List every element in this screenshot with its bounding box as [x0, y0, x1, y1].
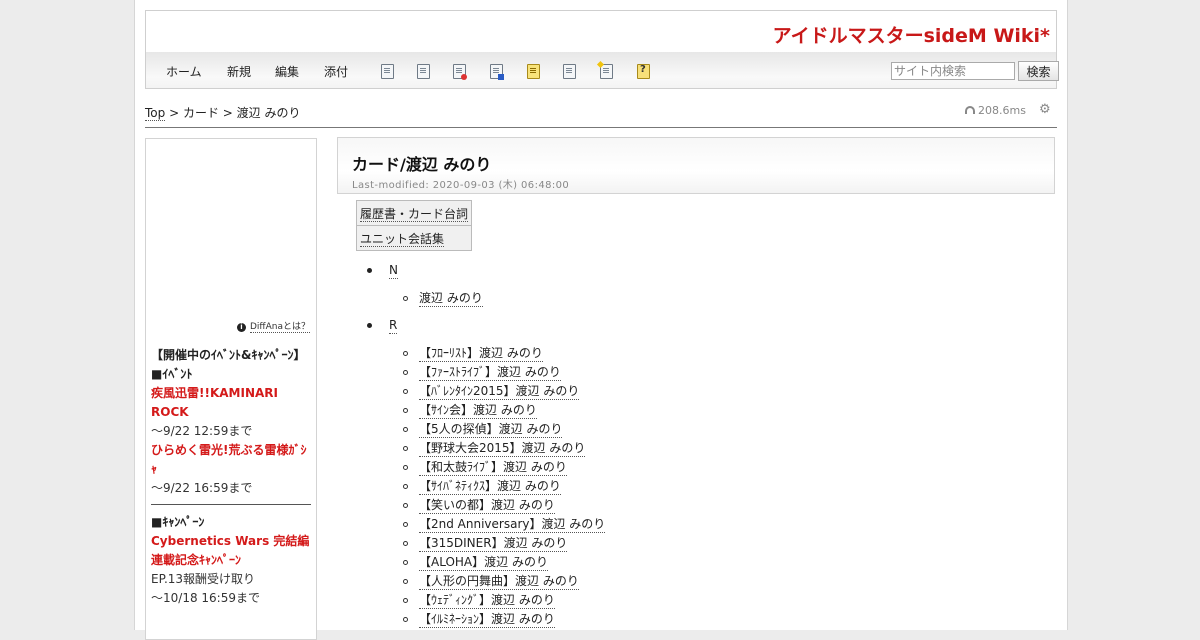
section-link-n[interactable]: N — [389, 263, 398, 279]
list-bullet — [403, 465, 408, 470]
page-diff-icon[interactable] — [453, 64, 467, 80]
info-icon: i — [236, 323, 246, 332]
card-link[interactable]: 渡辺 みのり — [419, 291, 483, 307]
sidebar-event-label: ■ｲﾍﾞﾝﾄ — [151, 367, 193, 381]
gear-icon[interactable]: ⚙ — [1039, 103, 1051, 117]
search-input[interactable] — [891, 62, 1015, 80]
section-link-r[interactable]: R — [389, 318, 398, 334]
diffana-label: DiffAnaとは？ — [249, 322, 310, 333]
card-link[interactable]: 【ﾌｧｰｽﾄﾗｲﾌﾞ】渡辺 みのり — [419, 365, 561, 381]
sidebar-gacha-link[interactable]: ひらめく雷光!荒ぶる雷様ｶﾞｼｬ — [151, 441, 311, 479]
card-link[interactable]: 【ｲﾙﾐﾈｰｼｮﾝ】渡辺 みのり — [419, 612, 555, 628]
nav-home-link[interactable]: ホーム — [166, 63, 202, 80]
list-bullet — [403, 446, 408, 451]
page-container: アイドルマスターsideM Wiki* ホーム 新規 編集 添付 検索 Top … — [134, 0, 1068, 640]
search-button[interactable]: 検索 — [1018, 61, 1059, 81]
card-link[interactable]: 【ﾊﾞﾚﾝﾀｲﾝ2015】渡辺 みのり — [419, 384, 580, 400]
card-link[interactable]: 【ｻｲﾝ会】渡辺 みのり — [419, 403, 537, 419]
sidebar-gacha-until: ～9/22 16:59まで — [151, 481, 253, 495]
breadcrumb-top-link[interactable]: Top — [145, 106, 166, 121]
card-link[interactable]: 【5人の探偵】渡辺 みのり — [419, 422, 563, 438]
page-title-box: カード/渡辺 みのり Last-modified: 2020-09-03 (木)… — [337, 137, 1055, 194]
page-lock-icon[interactable] — [527, 64, 540, 79]
breadcrumb: Top > カード > 渡辺 みのり — [145, 104, 300, 121]
render-time-value: 208.6ms — [978, 104, 1026, 117]
nav-attach-link[interactable]: 添付 — [324, 63, 348, 80]
sidebar-campaign-label: ■ｷｬﾝﾍﾟｰﾝ — [151, 515, 205, 529]
page-duplicate-icon[interactable] — [563, 64, 576, 79]
sidebar-heading: 【開催中のｲﾍﾞﾝﾄ&ｷｬﾝﾍﾟｰﾝ】 — [151, 348, 306, 362]
nav-edit-link[interactable]: 編集 — [275, 63, 299, 80]
render-time: 208.6ms — [965, 104, 1026, 117]
list-bullet — [403, 617, 408, 622]
resume-dialogue-link[interactable]: 履歴書・カード台詞 — [360, 206, 469, 222]
card-link[interactable]: 【野球大会2015】渡辺 みのり — [419, 441, 586, 457]
list-bullet — [403, 351, 408, 356]
page-new-icon[interactable] — [600, 64, 613, 79]
breadcrumb-separator: > — [165, 106, 183, 120]
sidebar-event-link[interactable]: 疾風迅雷!!KAMINARI ROCK — [151, 384, 311, 422]
related-links-table: 履歴書・カード台詞 ユニット会話集 — [355, 200, 473, 251]
sidebar-event-until: ～9/22 12:59まで — [151, 424, 253, 438]
diffana-link[interactable]: i DiffAnaとは？ — [236, 319, 310, 333]
list-bullet — [403, 408, 408, 413]
page-search-icon[interactable] — [417, 64, 430, 79]
card-link[interactable]: 【ｻｲﾊﾞﾈﾃｨｸｽ】渡辺 みのり — [419, 479, 561, 495]
last-modified: Last-modified: 2020-09-03 (木) 06:48:00 — [352, 180, 570, 191]
page-save-icon[interactable] — [490, 64, 504, 80]
header-divider — [145, 127, 1057, 128]
sidebar-content: 【開催中のｲﾍﾞﾝﾄ&ｷｬﾝﾍﾟｰﾝ】 ■ｲﾍﾞﾝﾄ 疾風迅雷!!KAMINAR… — [151, 346, 311, 608]
list-bullet — [403, 389, 408, 394]
sidebar-divider — [151, 504, 311, 505]
list-bullet — [403, 522, 408, 527]
card-link[interactable]: 【人形の円舞曲】渡辺 みのり — [419, 574, 579, 590]
gauge-icon — [965, 106, 975, 114]
page-copy-icon[interactable] — [381, 64, 394, 79]
card-link[interactable]: 【ALOHA】渡辺 みのり — [419, 555, 548, 571]
sidebar-campaign-until: ～10/18 16:59まで — [151, 591, 260, 605]
breadcrumb-current: 渡辺 みのり — [236, 106, 301, 120]
card-link[interactable]: 【笑いの都】渡辺 みのり — [419, 498, 555, 514]
list-bullet — [403, 503, 408, 508]
toolbar: ホーム 新規 編集 添付 検索 — [145, 52, 1059, 89]
nav-new-link[interactable]: 新規 — [227, 63, 251, 80]
card-link[interactable]: 【ﾌﾛｰﾘｽﾄ】渡辺 みのり — [419, 346, 543, 362]
card-link[interactable]: 【2nd Anniversary】渡辺 みのり — [419, 517, 606, 533]
list-bullet — [403, 484, 408, 489]
related-link-cell: 履歴書・カード台詞 — [355, 200, 473, 226]
list-bullet — [403, 296, 408, 301]
unit-conversation-link[interactable]: ユニット会話集 — [360, 231, 445, 247]
card-link[interactable]: 【和太鼓ﾗｲﾌﾞ】渡辺 みのり — [419, 460, 567, 476]
list-bullet — [367, 268, 372, 273]
card-link[interactable]: 【ｳｪﾃﾞｨﾝｸﾞ】渡辺 みのり — [419, 593, 555, 609]
related-link-cell: ユニット会話集 — [355, 225, 473, 251]
sidebar-campaign-link[interactable]: Cybernetics Wars 完結編連載記念ｷｬﾝﾍﾟｰﾝ — [151, 532, 311, 570]
card-link[interactable]: 【315DINER】渡辺 みのり — [419, 536, 568, 552]
list-bullet — [403, 427, 408, 432]
list-bullet — [403, 370, 408, 375]
sidebar-campaign-detail: EP.13報酬受け取り — [151, 572, 256, 586]
list-bullet — [403, 598, 408, 603]
list-bullet — [403, 579, 408, 584]
site-title[interactable]: アイドルマスターsideM Wiki* — [773, 21, 1050, 48]
list-bullet — [403, 541, 408, 546]
sidebar: i DiffAnaとは？ 【開催中のｲﾍﾞﾝﾄ&ｷｬﾝﾍﾟｰﾝ】 ■ｲﾍﾞﾝﾄ 疾… — [145, 138, 317, 640]
breadcrumb-category[interactable]: カード — [183, 106, 219, 120]
site-header: アイドルマスターsideM Wiki* — [145, 10, 1057, 53]
help-icon[interactable] — [637, 64, 650, 79]
page-title[interactable]: カード/渡辺 みのり — [352, 151, 491, 175]
list-bullet — [367, 323, 372, 328]
breadcrumb-separator: > — [218, 106, 237, 120]
list-bullet — [403, 560, 408, 565]
